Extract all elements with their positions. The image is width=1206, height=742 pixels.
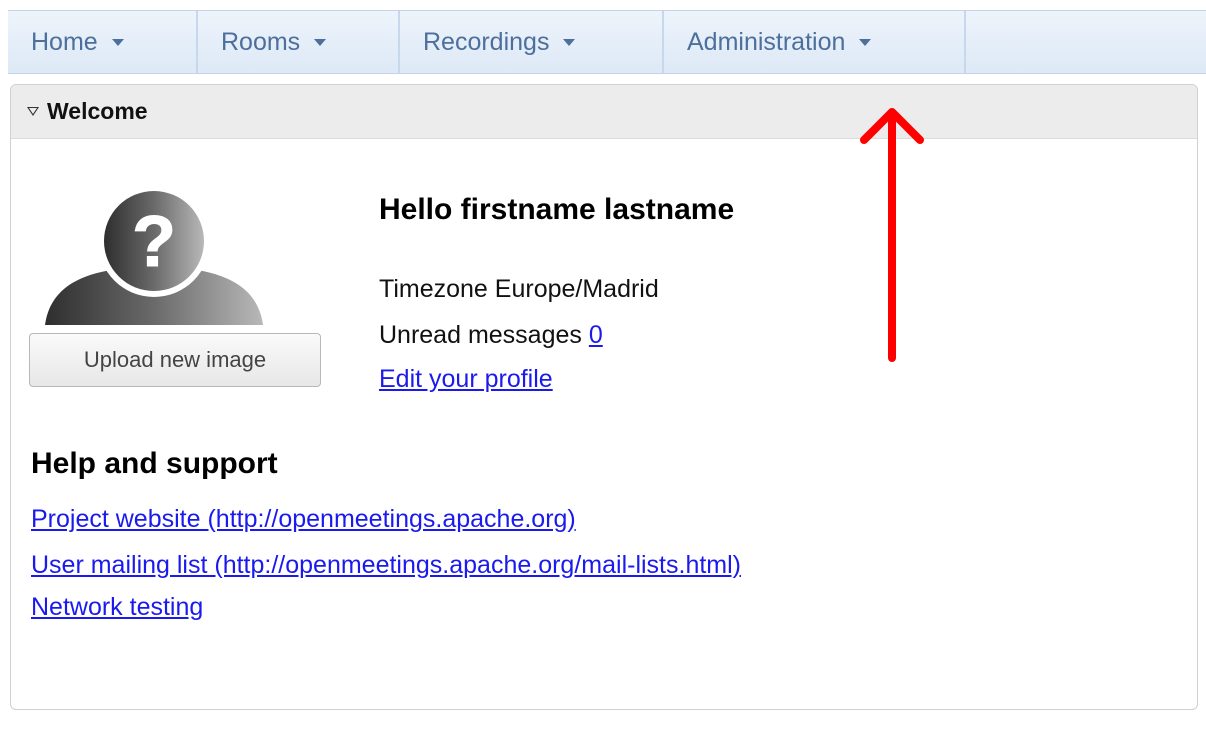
menu-rooms-label: Rooms bbox=[221, 27, 301, 56]
main-menu-bar: Home Rooms Recordings Administration bbox=[8, 10, 1206, 74]
mailing-list-link[interactable]: User mailing list (http://openmeetings.a… bbox=[31, 551, 741, 580]
menu-home[interactable]: Home bbox=[8, 11, 198, 73]
unread-label: Unread messages bbox=[379, 321, 582, 349]
help-title: Help and support bbox=[31, 447, 278, 480]
welcome-panel-header[interactable]: Welcome bbox=[11, 85, 1197, 139]
caret-down-icon bbox=[563, 38, 576, 46]
menu-administration[interactable]: Administration bbox=[664, 11, 966, 73]
caret-down-icon bbox=[859, 38, 872, 46]
unread-count-link[interactable]: 0 bbox=[589, 321, 603, 349]
network-testing-link[interactable]: Network testing bbox=[31, 593, 203, 622]
svg-text:?: ? bbox=[132, 202, 176, 282]
welcome-title: Welcome bbox=[47, 98, 148, 124]
unread-messages: Unread messages 0 bbox=[379, 321, 603, 350]
greeting: Hello firstname lastname bbox=[379, 193, 735, 226]
menu-rooms[interactable]: Rooms bbox=[198, 11, 400, 73]
caret-down-icon bbox=[314, 38, 327, 46]
edit-profile-link[interactable]: Edit your profile bbox=[379, 365, 553, 393]
triangle-down-icon[interactable] bbox=[27, 107, 39, 116]
caret-down-icon bbox=[111, 38, 124, 46]
unknown-user-avatar-icon: ? bbox=[45, 189, 263, 325]
project-website-link[interactable]: Project website (http://openmeetings.apa… bbox=[31, 505, 576, 534]
welcome-panel: Welcome ? Upload new image Hello firstna… bbox=[10, 84, 1198, 710]
menu-recordings-label: Recordings bbox=[423, 27, 550, 56]
upload-image-button[interactable]: Upload new image bbox=[29, 333, 321, 387]
menu-recordings[interactable]: Recordings bbox=[400, 11, 664, 73]
menu-home-label: Home bbox=[31, 27, 98, 56]
menu-administration-label: Administration bbox=[687, 27, 846, 56]
timezone-text: Timezone Europe/Madrid bbox=[379, 275, 659, 303]
red-arrow-annotation bbox=[860, 108, 924, 362]
edit-profile-row: Edit your profile bbox=[379, 365, 553, 394]
